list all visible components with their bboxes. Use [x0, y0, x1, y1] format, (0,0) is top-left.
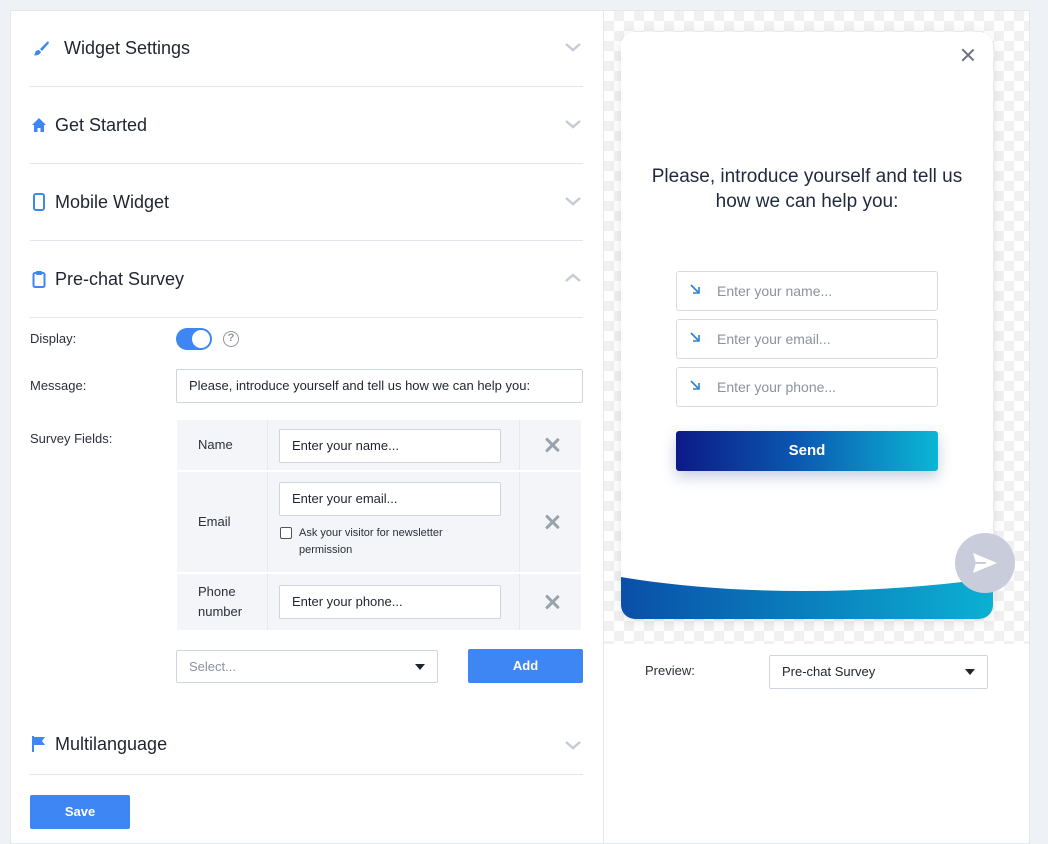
delete-field-button[interactable]	[522, 574, 581, 630]
chat-launcher-button[interactable]	[955, 533, 1015, 593]
message-label: Message:	[30, 378, 87, 393]
mobile-icon	[30, 193, 48, 211]
delete-field-button[interactable]	[522, 472, 581, 572]
field-type-select[interactable]: Select...	[176, 650, 438, 683]
survey-field-row: Phone number Enter your phone...	[177, 574, 581, 632]
field-input-cell: Enter your phone...	[267, 574, 520, 630]
field-label: Name	[198, 437, 233, 452]
close-icon	[544, 437, 560, 453]
brush-icon	[32, 39, 50, 57]
add-field-button[interactable]: Add	[468, 649, 583, 683]
widget-phone-input[interactable]: Enter your phone...	[676, 367, 938, 407]
section-mobile-widget[interactable]: Mobile Widget	[30, 164, 583, 241]
newsletter-label: Ask your visitor for newsletter permissi…	[299, 527, 443, 556]
select-value: Select...	[189, 659, 236, 674]
section-title: Multilanguage	[55, 733, 168, 754]
survey-field-row: Email Enter your email... Ask your visit…	[177, 472, 581, 574]
section-multilanguage[interactable]: Multilanguage	[30, 714, 583, 775]
arrow-icon	[690, 380, 700, 390]
section-title: Widget Settings	[64, 37, 191, 58]
widget-heading: Please, introduce yourself and tell us h…	[651, 166, 963, 212]
newsletter-option[interactable]: Ask your visitor for newsletter permissi…	[280, 525, 490, 559]
section-widget-settings[interactable]: Widget Settings	[30, 10, 583, 87]
multilanguage-section: Multilanguage	[30, 714, 583, 775]
help-icon[interactable]: ?	[223, 331, 239, 347]
display-toggle[interactable]	[176, 328, 212, 350]
widget-footer-wave	[621, 577, 993, 619]
settings-accordion: Widget Settings Get Started Mobile Widge…	[30, 10, 583, 318]
close-icon[interactable]	[961, 48, 975, 62]
close-icon	[544, 594, 560, 610]
field-label: Phone number	[198, 584, 243, 619]
field-input-cell: Enter your email... Ask your visitor for…	[267, 472, 520, 572]
delete-field-button[interactable]	[522, 420, 581, 470]
arrow-icon	[690, 284, 700, 294]
preview-label: Preview:	[645, 663, 695, 678]
chevron-down-icon[interactable]	[563, 191, 583, 211]
name-placeholder-input[interactable]: Enter your name...	[279, 429, 501, 463]
newsletter-checkbox[interactable]	[280, 527, 292, 539]
caret-down-icon	[415, 664, 425, 670]
input-placeholder: Enter your name...	[717, 283, 833, 299]
chevron-down-icon[interactable]	[563, 114, 583, 134]
phone-placeholder-input[interactable]: Enter your phone...	[279, 585, 501, 619]
home-icon	[30, 116, 48, 134]
clipboard-icon	[30, 270, 48, 288]
email-placeholder-input[interactable]: Enter your email...	[279, 482, 501, 516]
section-get-started[interactable]: Get Started	[30, 87, 583, 164]
caret-down-icon	[965, 669, 975, 675]
field-input-cell: Enter your name...	[267, 420, 520, 470]
chat-widget-preview: Please, introduce yourself and tell us h…	[621, 32, 993, 619]
send-icon	[973, 553, 997, 573]
save-button[interactable]: Save	[30, 795, 130, 829]
flag-icon	[30, 735, 48, 753]
widget-send-button[interactable]: Send	[676, 431, 938, 471]
preview-select[interactable]: Pre-chat Survey	[769, 655, 988, 689]
chevron-down-icon[interactable]	[563, 37, 583, 57]
input-placeholder: Enter your phone...	[717, 379, 837, 395]
section-title: Get Started	[55, 114, 148, 135]
input-placeholder: Enter your email...	[717, 331, 831, 347]
survey-fields-label: Survey Fields:	[30, 431, 113, 446]
chevron-down-icon[interactable]	[563, 735, 583, 755]
message-input[interactable]: Please, introduce yourself and tell us h…	[176, 369, 583, 403]
chevron-up-icon[interactable]	[563, 268, 583, 288]
section-pre-chat-survey[interactable]: Pre-chat Survey	[30, 241, 583, 318]
section-title: Pre-chat Survey	[55, 268, 185, 289]
arrow-icon	[690, 332, 700, 342]
close-icon	[544, 514, 560, 530]
survey-field-row: Name Enter your name...	[177, 420, 581, 472]
widget-name-input[interactable]: Enter your name...	[676, 271, 938, 311]
survey-fields-table: Name Enter your name... Email Enter your…	[177, 420, 581, 632]
display-label: Display:	[30, 331, 77, 346]
widget-email-input[interactable]: Enter your email...	[676, 319, 938, 359]
toggle-knob	[192, 330, 210, 348]
field-label: Email	[198, 514, 231, 529]
select-value: Pre-chat Survey	[782, 664, 876, 679]
section-title: Mobile Widget	[55, 191, 170, 212]
